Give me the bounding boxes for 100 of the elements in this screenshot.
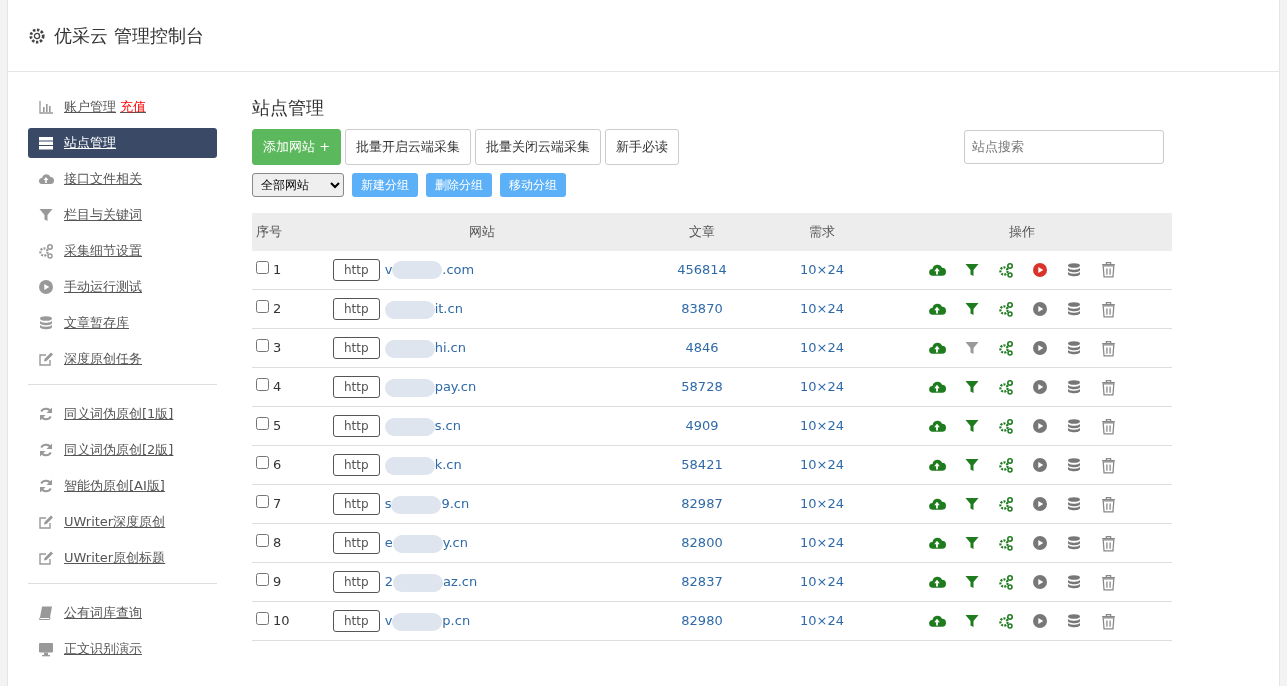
database-icon[interactable] <box>1065 261 1082 278</box>
protocol-button[interactable]: http <box>333 610 380 632</box>
play-icon[interactable] <box>1031 261 1048 278</box>
toolbar-button[interactable]: 新手必读 <box>605 129 680 165</box>
trash-icon[interactable] <box>1099 456 1117 474</box>
row-checkbox[interactable] <box>256 495 269 509</box>
play-icon[interactable] <box>1031 457 1048 473</box>
filter-icon[interactable] <box>963 340 980 356</box>
gears-icon[interactable] <box>997 457 1014 473</box>
toolbar-button[interactable]: 批量开启云端采集 <box>345 129 472 165</box>
play-icon[interactable] <box>38 279 54 295</box>
protocol-button[interactable]: http <box>333 415 380 437</box>
trash-icon[interactable] <box>1099 378 1117 396</box>
database-icon[interactable] <box>1065 574 1082 590</box>
trash-icon[interactable] <box>1099 573 1117 591</box>
protocol-button[interactable]: http <box>333 337 380 359</box>
trash-icon[interactable] <box>1099 417 1117 435</box>
gears-icon[interactable] <box>997 301 1014 317</box>
row-checkbox[interactable] <box>256 534 269 548</box>
protocol-button[interactable]: http <box>333 493 380 515</box>
refresh-icon[interactable] <box>38 406 54 422</box>
database-icon[interactable] <box>1065 535 1082 551</box>
filter-icon[interactable] <box>963 301 980 317</box>
gears-icon[interactable] <box>38 243 54 259</box>
trash-icon[interactable] <box>1099 495 1117 513</box>
gears-icon[interactable] <box>997 496 1014 512</box>
toolbar-button[interactable]: 批量关闭云端采集 <box>475 129 602 165</box>
gears-icon[interactable] <box>997 340 1014 356</box>
group-select[interactable]: 全部网站 <box>252 172 344 197</box>
sidebar-item[interactable]: UWriter深度原创 <box>28 507 217 537</box>
gears-icon[interactable] <box>997 574 1014 590</box>
server-icon[interactable] <box>38 135 54 151</box>
trash-icon[interactable] <box>1099 261 1117 279</box>
play-icon[interactable] <box>1031 301 1048 317</box>
row-checkbox[interactable] <box>256 300 269 314</box>
play-icon[interactable] <box>1031 418 1048 434</box>
trash-icon[interactable] <box>1099 339 1117 357</box>
protocol-button[interactable]: http <box>333 571 380 593</box>
protocol-button[interactable]: http <box>333 532 380 554</box>
sidebar-item[interactable]: 同义词伪原创[2版] <box>28 435 217 465</box>
sidebar-item[interactable]: 公有词库查询 <box>28 598 217 628</box>
database-icon[interactable] <box>1065 496 1082 512</box>
sidebar-item[interactable]: 深度原创任务 <box>28 344 217 374</box>
sidebar-item[interactable]: 文章暂存库 <box>28 308 217 338</box>
sidebar-item[interactable]: 手动运行测试 <box>28 272 217 302</box>
edit-icon[interactable] <box>38 351 54 367</box>
play-icon[interactable] <box>1031 613 1048 629</box>
cloud-upload-icon[interactable] <box>38 171 54 187</box>
database-icon[interactable] <box>1065 301 1082 317</box>
filter-icon[interactable] <box>963 496 980 512</box>
search-field[interactable]: 站点搜索 <box>964 129 1164 164</box>
sidebar-item[interactable]: 账户管理 充值 <box>28 92 217 122</box>
filter-icon[interactable] <box>963 457 980 473</box>
filter-icon[interactable] <box>963 379 980 395</box>
gears-icon[interactable] <box>997 613 1014 629</box>
gears-icon[interactable] <box>997 261 1014 278</box>
book-icon[interactable] <box>38 605 54 621</box>
row-checkbox[interactable] <box>256 573 269 587</box>
protocol-button[interactable]: http <box>333 376 380 398</box>
trash-icon[interactable] <box>1099 300 1117 318</box>
sidebar-item[interactable]: 智能伪原创[AI版] <box>28 471 217 501</box>
edit-icon[interactable] <box>38 514 54 530</box>
filter-icon[interactable] <box>963 418 980 434</box>
play-icon[interactable] <box>1031 574 1048 590</box>
row-checkbox[interactable] <box>256 378 269 392</box>
play-icon[interactable] <box>1031 496 1048 512</box>
sidebar-item[interactable]: 接口文件相关 <box>28 164 217 194</box>
protocol-button[interactable]: http <box>333 298 380 320</box>
protocol-button[interactable]: http <box>333 258 380 281</box>
protocol-button[interactable]: http <box>333 454 380 476</box>
bar-chart-icon[interactable] <box>38 99 54 115</box>
filter-icon[interactable] <box>963 613 980 629</box>
play-icon[interactable] <box>1031 535 1048 551</box>
database-icon[interactable] <box>1065 340 1082 356</box>
filter-icon[interactable] <box>38 207 54 223</box>
monitor-icon[interactable] <box>38 641 54 657</box>
gears-icon[interactable] <box>997 379 1014 395</box>
play-icon[interactable] <box>1031 340 1048 356</box>
row-checkbox[interactable] <box>256 261 269 274</box>
row-checkbox[interactable] <box>256 456 269 470</box>
trash-icon[interactable] <box>1099 612 1117 630</box>
edit-icon[interactable] <box>38 550 54 566</box>
refresh-icon[interactable] <box>38 478 54 494</box>
database-icon[interactable] <box>38 315 54 331</box>
row-checkbox[interactable] <box>256 339 269 353</box>
trash-icon[interactable] <box>1099 534 1117 552</box>
filter-icon[interactable] <box>963 535 980 551</box>
filter-icon[interactable] <box>963 574 980 590</box>
gears-icon[interactable] <box>997 418 1014 434</box>
sidebar-item[interactable]: 正文识别演示 <box>28 634 217 664</box>
sidebar-item[interactable]: 采集细节设置 <box>28 236 217 266</box>
sidebar-item[interactable]: UWriter原创标题 <box>28 543 217 573</box>
refresh-icon[interactable] <box>38 442 54 458</box>
database-icon[interactable] <box>1065 613 1082 629</box>
gears-icon[interactable] <box>997 535 1014 551</box>
row-checkbox[interactable] <box>256 612 269 626</box>
sidebar-item[interactable]: 同义词伪原创[1版] <box>28 399 217 429</box>
database-icon[interactable] <box>1065 457 1082 473</box>
row-checkbox[interactable] <box>256 417 269 431</box>
database-icon[interactable] <box>1065 418 1082 434</box>
